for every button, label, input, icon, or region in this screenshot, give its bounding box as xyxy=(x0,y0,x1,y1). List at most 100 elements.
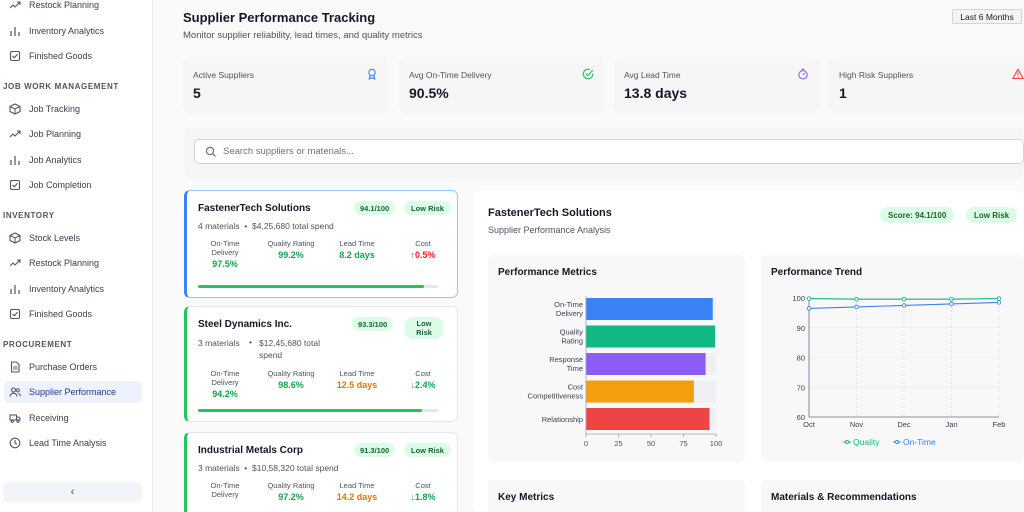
bar-category-label: Competitiveness xyxy=(528,392,584,401)
metric-label: Lead Time xyxy=(339,239,375,248)
metric-cost: Cost ↓2.4% xyxy=(391,369,455,390)
supplier-materials-spend: 4 materials • $4,25,680 total spend xyxy=(198,221,334,231)
performance-trend-panel: Performance Trend 60 70 80 90 100 Oct Nov Dec Ja… xyxy=(761,255,1024,462)
y-tick-label: 70 xyxy=(797,383,805,392)
series-point-quality xyxy=(854,296,859,302)
sidebar-item-label: Inventory Analytics xyxy=(29,283,105,294)
y-tick-label: 100 xyxy=(792,294,805,303)
y-tick-label: 80 xyxy=(797,354,805,363)
supplier-name: FastenerTech Solutions xyxy=(198,203,311,214)
sidebar: Restock Planning Inventory Analytics Finis… xyxy=(0,0,153,512)
performance-metrics-panel: Performance Metrics On-Time Delivery Quali… xyxy=(488,255,745,462)
sidebar-section-inventory: INVENTORY xyxy=(3,211,55,220)
sidebar-item-job-planning[interactable]: Job Planning xyxy=(4,123,142,145)
sidebar-collapse-button[interactable]: ‹ xyxy=(3,482,142,502)
supplier-name: Steel Dynamics Inc. xyxy=(198,319,292,330)
supplier-card[interactable]: Industrial Metals Corp 91.3/100 Low Risk 3 … xyxy=(184,432,458,512)
sidebar-item-label: Finished Goods xyxy=(29,51,93,61)
sidebar-item-stock-levels[interactable]: Stock Levels xyxy=(4,227,142,249)
sidebar-section-procurement: PROCUREMENT xyxy=(3,340,73,349)
bar-category-label: Delivery xyxy=(556,309,583,318)
performance-trend-chart: 60708090100Oct Nov Dec Jan FebQuality On-Time xyxy=(792,294,1005,447)
metric-lead: Lead Time 8.2 days xyxy=(325,239,389,260)
sidebar-section-job-work-management: JOB WORK MANAGEMENT xyxy=(3,82,119,91)
sidebar-item-job-analytics[interactable]: Job Analytics xyxy=(4,149,142,171)
stat-card-avg-lead-time: Avg Lead Time 13.8 days xyxy=(614,57,819,113)
x-tick-label: Dec xyxy=(897,420,911,429)
metric-label: On-Time Delivery xyxy=(210,481,240,499)
sidebar-item-restock-planning[interactable]: Restock Planning xyxy=(4,0,142,16)
metric-value: 94.2% xyxy=(212,389,238,399)
supplier-spend: $12,45,680 total spend xyxy=(259,338,320,360)
legend-marker-quality xyxy=(845,440,849,444)
series-point-quality xyxy=(901,296,907,302)
sidebar-item-finished-goods[interactable]: Finished Goods xyxy=(4,45,142,67)
document-icon xyxy=(10,361,20,373)
supplier-materials: 3 materials xyxy=(198,338,240,348)
sidebar-item-supplier-performance[interactable]: Supplier Performance xyxy=(4,381,142,404)
detail-subtitle: Supplier Performance Analysis xyxy=(488,225,611,235)
series-point-on-time xyxy=(996,300,1002,305)
bar-category-label: Quality xyxy=(560,328,584,337)
stat-value: 1 xyxy=(839,85,847,101)
sidebar-item-purchase-orders[interactable]: Purchase Orders xyxy=(4,356,142,378)
sidebar-item-label: Purchase Orders xyxy=(29,362,98,372)
sidebar-item-lead-time-analysis[interactable]: Lead Time Analysis xyxy=(4,432,142,454)
supplier-risk-badge: Low Risk xyxy=(404,201,451,215)
stat-value: 90.5% xyxy=(409,85,449,101)
supplier-score-bar xyxy=(198,409,438,412)
award-icon xyxy=(368,68,376,80)
supplier-score-bar xyxy=(198,285,438,288)
bar-icon xyxy=(10,155,20,165)
sidebar-item-job-completion[interactable]: Job Completion xyxy=(4,174,142,196)
x-tick-label: 100 xyxy=(710,439,723,448)
x-tick-label: 50 xyxy=(647,439,655,448)
sidebar-item-restock-planning[interactable]: Restock Planning xyxy=(4,252,142,274)
key-metrics-title: Key Metrics xyxy=(498,492,555,503)
metric-label: Cost xyxy=(415,481,431,490)
supplier-score-badge: 93.3/100 xyxy=(352,317,394,331)
metric-ontime: On-Time Delivery 97.5% xyxy=(193,239,257,269)
clock-icon xyxy=(9,437,21,449)
metric-ontime: On-Time Delivery xyxy=(193,481,257,501)
bar-category-label: Response xyxy=(549,355,583,364)
metric-quality: Quality Rating 98.6% xyxy=(259,369,323,390)
search-input[interactable]: Search suppliers or materials... xyxy=(194,139,1024,164)
metric-value: 14.2 days xyxy=(336,492,378,502)
stat-label: Active Suppliers xyxy=(193,70,254,80)
metric-cost: Cost ↓1.8% xyxy=(391,481,455,502)
supplier-score-fill xyxy=(198,409,422,412)
page-title: Supplier Performance Tracking xyxy=(183,10,376,25)
metric-label: Cost xyxy=(415,369,431,378)
bar-cost-competitiveness xyxy=(586,380,694,403)
series-point-quality xyxy=(806,296,812,301)
supplier-card[interactable]: Steel Dynamics Inc. 93.3/100 Low Risk 3 mat… xyxy=(184,306,458,422)
supplier-score-badge: 91.3/100 xyxy=(354,443,396,457)
stat-label: High Risk Suppliers xyxy=(839,70,914,80)
bar-category-label: Time xyxy=(567,364,583,373)
stat-value: 5 xyxy=(193,85,201,101)
metric-value: ↓2.4% xyxy=(410,380,436,390)
sidebar-item-label: Restock Planning xyxy=(29,0,100,10)
stat-card-avg-on-time-delivery: Avg On-Time Delivery 90.5% xyxy=(399,57,604,113)
sidebar-item-finished-goods[interactable]: Finished Goods xyxy=(4,303,142,325)
metric-label: Cost xyxy=(415,239,431,248)
supplier-spend: $10,58,320 total spend xyxy=(252,463,339,473)
detail-risk-badge: Low Risk xyxy=(966,207,1018,223)
period-selector[interactable]: Last 6 Months xyxy=(952,9,1022,24)
series-point-quality xyxy=(949,296,954,302)
sidebar-item-label: Job Tracking xyxy=(29,104,81,114)
sidebar-item-receiving[interactable]: Receiving xyxy=(4,407,142,429)
bar-category-label: Relationship xyxy=(542,415,583,424)
sidebar-item-label: Job Completion xyxy=(29,179,92,190)
supplier-card[interactable]: FastenerTech Solutions 94.1/100 Low Risk 4 … xyxy=(184,190,458,298)
series-point-quality xyxy=(996,296,1002,301)
supplier-score-fill xyxy=(198,285,424,288)
metric-quality: Quality Rating 99.2% xyxy=(259,239,323,260)
sidebar-item-job-tracking[interactable]: Job Tracking xyxy=(4,98,142,120)
check-icon xyxy=(9,179,21,190)
sidebar-item-inventory-analytics[interactable]: Inventory Analytics xyxy=(4,278,142,300)
sidebar-item-label: Inventory Analytics xyxy=(29,26,105,36)
sidebar-item-inventory-analytics[interactable]: Inventory Analytics xyxy=(4,20,142,42)
supplier-risk-badge: Low Risk xyxy=(404,443,451,457)
